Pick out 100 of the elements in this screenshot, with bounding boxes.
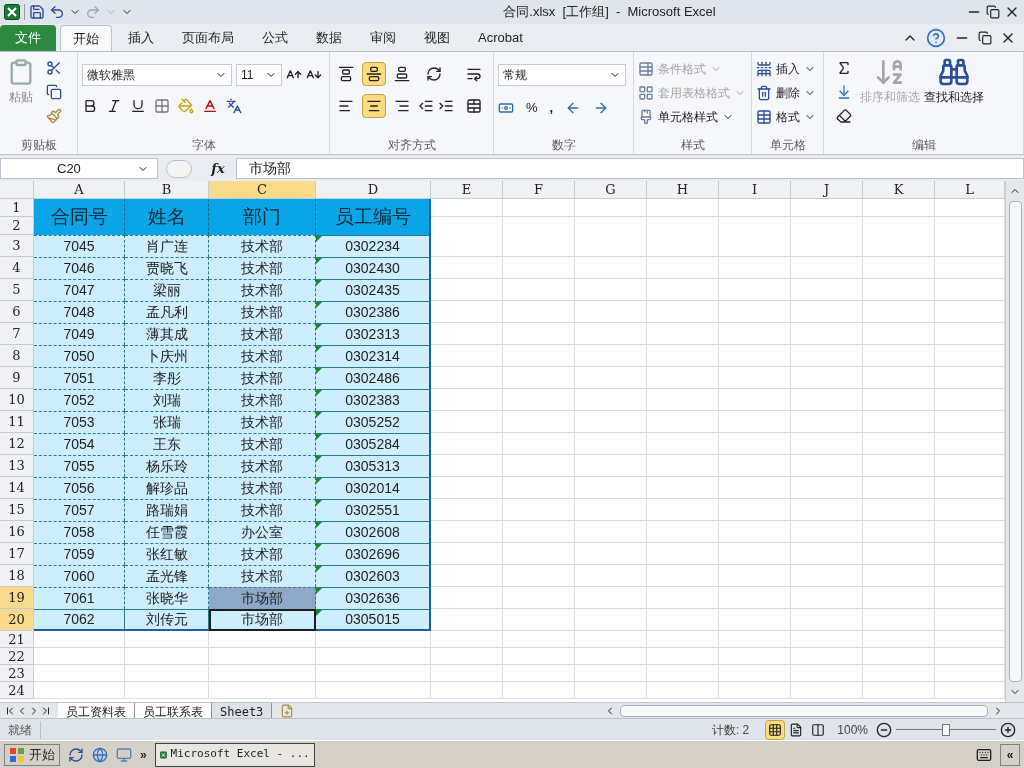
zoom-level[interactable]: 100%: [837, 720, 868, 739]
row-header[interactable]: 4: [0, 257, 34, 279]
row-header[interactable]: 5: [0, 279, 34, 301]
decrease-indent-icon[interactable]: [418, 98, 434, 114]
row-header[interactable]: 1: [0, 199, 33, 217]
comma-button[interactable]: ,: [549, 98, 554, 118]
row-header[interactable]: 8: [0, 345, 34, 367]
row-header[interactable]: 12: [0, 433, 34, 455]
percent-button[interactable]: %: [526, 98, 538, 118]
start-button[interactable]: 开始: [4, 743, 60, 766]
ribbon-tab[interactable]: 插入: [116, 25, 166, 51]
restore-icon[interactable]: [986, 5, 1000, 19]
ribbon-tab[interactable]: 开始: [60, 25, 112, 51]
column-header[interactable]: I: [719, 181, 791, 198]
restore-icon[interactable]: [978, 30, 992, 45]
first-sheet-icon[interactable]: [4, 704, 16, 717]
row-header[interactable]: 9: [0, 367, 34, 389]
row-header[interactable]: 24: [0, 682, 34, 699]
row-header[interactable]: 18: [0, 565, 34, 587]
cells-menu-button[interactable]: 格式: [756, 108, 816, 126]
column-header[interactable]: K: [863, 181, 935, 198]
row-header[interactable]: 21: [0, 631, 34, 648]
ribbon-tab[interactable]: 审阅: [358, 25, 408, 51]
phonetic-icon[interactable]: [226, 98, 242, 114]
taskbar-window-button[interactable]: Microsoft Excel - ...: [154, 742, 315, 767]
row-header[interactable]: 17: [0, 543, 34, 565]
column-header[interactable]: C: [209, 181, 316, 198]
ribbon-tab[interactable]: 数据: [304, 25, 354, 51]
ribbon-tab[interactable]: 页面布局: [170, 25, 246, 51]
zoom-slider[interactable]: [896, 723, 996, 736]
align-center-button[interactable]: [362, 94, 386, 118]
increase-indent-icon[interactable]: [438, 98, 454, 114]
font-name-field[interactable]: 微软雅黑: [82, 64, 232, 86]
name-box[interactable]: C20: [0, 158, 158, 179]
column-header[interactable]: E: [431, 181, 503, 198]
column-header[interactable]: A: [34, 181, 125, 198]
normal-view-button[interactable]: [765, 719, 786, 740]
bold-icon[interactable]: [82, 98, 98, 114]
styles-menu-button[interactable]: 单元格样式: [638, 108, 746, 126]
ribbon-tab[interactable]: 视图: [412, 25, 462, 51]
wrap-text-icon[interactable]: [466, 66, 482, 82]
help-icon[interactable]: [926, 27, 946, 48]
font-size-field[interactable]: 11: [236, 64, 282, 86]
borders-icon[interactable]: [154, 98, 170, 114]
row-header[interactable]: 7: [0, 323, 34, 345]
last-sheet-icon[interactable]: [40, 704, 52, 717]
merge-cells-icon[interactable]: [466, 98, 482, 114]
zoom-out-icon[interactable]: [876, 721, 892, 738]
column-header[interactable]: J: [791, 181, 863, 198]
sheet-tab[interactable]: Sheet3: [212, 702, 273, 719]
brush-icon[interactable]: [46, 108, 62, 124]
ribbon-tab[interactable]: 公式: [250, 25, 300, 51]
row-header[interactable]: 3: [0, 235, 34, 257]
column-header[interactable]: H: [647, 181, 719, 198]
eraser-icon[interactable]: [836, 108, 852, 124]
slider-thumb[interactable]: [942, 723, 950, 736]
font-color-icon[interactable]: [202, 98, 218, 114]
fill-down-icon[interactable]: [836, 84, 852, 100]
sum-icon[interactable]: [836, 60, 852, 76]
row-header[interactable]: 22: [0, 648, 34, 665]
zoom-in-icon[interactable]: [1000, 721, 1016, 738]
underline-icon[interactable]: [130, 98, 146, 114]
save-icon[interactable]: [29, 4, 45, 20]
insert-function-label[interactable]: fx: [200, 158, 236, 179]
number-format-field[interactable]: 常规: [498, 64, 626, 86]
row-header[interactable]: 15: [0, 499, 34, 521]
cells-menu-button[interactable]: 插入: [756, 60, 816, 78]
undo-icon[interactable]: [49, 4, 65, 20]
formula-input[interactable]: 市场部: [236, 158, 1024, 179]
sheet-tab[interactable]: 员工资料表: [58, 702, 135, 719]
scrollbar-thumb[interactable]: [620, 704, 988, 717]
desktop-icon[interactable]: [116, 746, 132, 763]
ribbon-tab[interactable]: Acrobat: [466, 25, 535, 51]
keyboard-icon[interactable]: [976, 746, 992, 763]
collapse-tray-button[interactable]: «: [1000, 743, 1020, 766]
row-header[interactable]: 19: [0, 587, 34, 609]
italic-icon[interactable]: [106, 98, 122, 114]
scrollbar-thumb[interactable]: [1008, 201, 1022, 682]
cells-menu-button[interactable]: 删除: [756, 84, 816, 102]
align-middle-button[interactable]: [362, 62, 386, 86]
column-header[interactable]: F: [503, 181, 575, 198]
row-header[interactable]: 11: [0, 411, 34, 433]
browser-icon[interactable]: [92, 746, 108, 763]
more-icons-button[interactable]: »: [140, 745, 147, 764]
sheet-tab[interactable]: 员工联系表: [135, 702, 212, 719]
row-header[interactable]: 20: [0, 609, 34, 631]
find-select-button[interactable]: 查找和选择: [924, 56, 984, 136]
vertical-scrollbar[interactable]: [1005, 181, 1024, 702]
row-header[interactable]: 13: [0, 455, 34, 477]
column-header[interactable]: D: [316, 181, 431, 198]
row-header[interactable]: 16: [0, 521, 34, 543]
row-header[interactable]: 6: [0, 301, 34, 323]
file-tab[interactable]: 文件: [0, 25, 56, 51]
copy-icon[interactable]: [46, 84, 62, 100]
page-break-icon[interactable]: [811, 722, 826, 737]
column-header[interactable]: G: [575, 181, 647, 198]
row-header[interactable]: 23: [0, 665, 34, 682]
paste-button[interactable]: 粘贴: [4, 56, 38, 136]
row-header[interactable]: 14: [0, 477, 34, 499]
row-header[interactable]: 10: [0, 389, 34, 411]
